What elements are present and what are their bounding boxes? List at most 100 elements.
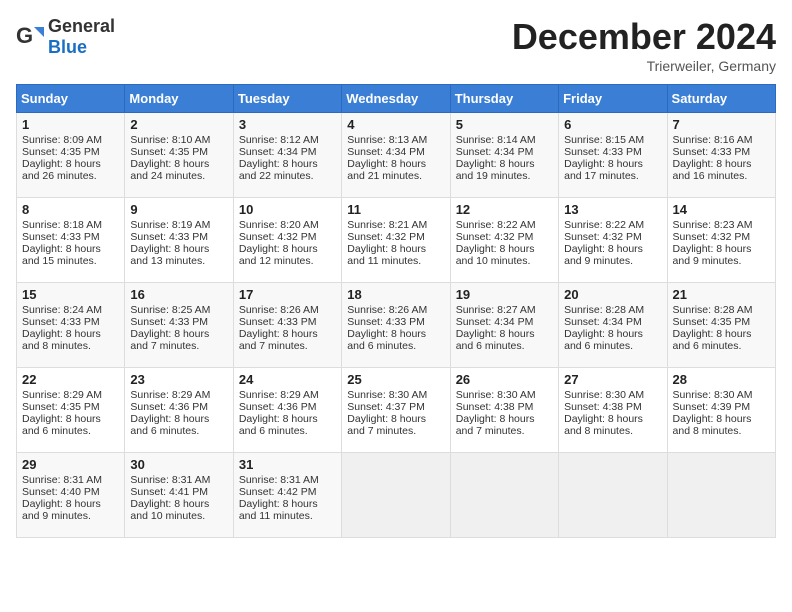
day-number: 2 [130,117,227,132]
day-number: 6 [564,117,661,132]
sunset-text: Sunset: 4:35 PM [130,146,227,158]
day-number: 29 [22,457,119,472]
calendar-cell: 30 Sunrise: 8:31 AMSunset: 4:41 PMDayligh… [125,453,233,538]
calendar-cell: 10Sunrise: 8:20 AMSunset: 4:32 PMDayligh… [233,198,341,283]
daylight-text: Daylight: 8 hours and 9 minutes. [22,498,119,522]
sunset-text: Sunset: 4:32 PM [564,231,661,243]
calendar-cell: 25Sunrise: 8:30 AMSunset: 4:37 PMDayligh… [342,368,450,453]
calendar-cell: 26Sunrise: 8:30 AMSunset: 4:38 PMDayligh… [450,368,558,453]
sunset-text: Sunset: 4:34 PM [456,146,553,158]
sunrise-text: Sunrise: 8:12 AM [239,134,336,146]
calendar-header-row: SundayMondayTuesdayWednesdayThursdayFrid… [17,85,776,113]
calendar-cell: 29Sunrise: 8:31 AMSunset: 4:40 PMDayligh… [17,453,125,538]
calendar-cell: 16Sunrise: 8:25 AMSunset: 4:33 PMDayligh… [125,283,233,368]
daylight-text: Daylight: 8 hours and 6 minutes. [456,328,553,352]
daylight-text: Daylight: 8 hours and 15 minutes. [22,243,119,267]
day-number: 4 [347,117,444,132]
sunset-text: Sunset: 4:39 PM [673,401,770,413]
sunrise-text: Sunrise: 8:16 AM [673,134,770,146]
sunrise-text: Sunrise: 8:31 AM [22,474,119,486]
day-number: 31 [239,457,336,472]
sunset-text: Sunset: 4:36 PM [130,401,227,413]
sunrise-text: Sunrise: 8:24 AM [22,304,119,316]
calendar-cell: 28Sunrise: 8:30 AMSunset: 4:39 PMDayligh… [667,368,775,453]
sunrise-text: Sunrise: 8:30 AM [456,389,553,401]
day-header-sunday: Sunday [17,85,125,113]
day-number: 30 [130,457,227,472]
daylight-text: Daylight: 8 hours and 10 minutes. [130,498,227,522]
calendar-cell: 14Sunrise: 8:23 AMSunset: 4:32 PMDayligh… [667,198,775,283]
logo-icon: G [16,23,44,51]
calendar-cell: 6Sunrise: 8:15 AMSunset: 4:33 PMDaylight… [559,113,667,198]
svg-text:G: G [16,23,33,48]
sunrise-text: Sunrise: 8:29 AM [22,389,119,401]
daylight-text: Daylight: 8 hours and 7 minutes. [239,328,336,352]
sunrise-text: Sunrise: 8:30 AM [564,389,661,401]
sunrise-text: Sunrise: 8:10 AM [130,134,227,146]
sunset-text: Sunset: 4:34 PM [456,316,553,328]
day-number: 24 [239,372,336,387]
sunset-text: Sunset: 4:32 PM [456,231,553,243]
sunrise-text: Sunrise: 8:28 AM [564,304,661,316]
calendar-cell: 2Sunrise: 8:10 AMSunset: 4:35 PMDaylight… [125,113,233,198]
day-number: 25 [347,372,444,387]
title-area: December 2024 Trierweiler, Germany [512,16,776,74]
sunrise-text: Sunrise: 8:22 AM [456,219,553,231]
daylight-text: Daylight: 8 hours and 8 minutes. [22,328,119,352]
calendar-cell [450,453,558,538]
logo-blue: Blue [48,37,87,57]
day-number: 12 [456,202,553,217]
sunrise-text: Sunrise: 8:28 AM [673,304,770,316]
day-number: 23 [130,372,227,387]
calendar-cell: 3Sunrise: 8:12 AMSunset: 4:34 PMDaylight… [233,113,341,198]
sunset-text: Sunset: 4:36 PM [239,401,336,413]
day-header-thursday: Thursday [450,85,558,113]
day-number: 7 [673,117,770,132]
sunset-text: Sunset: 4:37 PM [347,401,444,413]
daylight-text: Daylight: 8 hours and 7 minutes. [347,413,444,437]
calendar-cell: 19 Sunrise: 8:27 AMSunset: 4:34 PMDayligh… [450,283,558,368]
sunrise-text: Sunrise: 8:19 AM [130,219,227,231]
sunrise-text: Sunrise: 8:15 AM [564,134,661,146]
sunrise-text: Sunrise: 8:29 AM [130,389,227,401]
sunset-text: Sunset: 4:41 PM [130,486,227,498]
day-number: 22 [22,372,119,387]
calendar-cell: 24Sunrise: 8:29 AMSunset: 4:36 PMDayligh… [233,368,341,453]
logo: G General Blue [16,16,115,58]
day-number: 9 [130,202,227,217]
sunrise-text: Sunrise: 8:27 AM [456,304,553,316]
daylight-text: Daylight: 8 hours and 12 minutes. [239,243,336,267]
calendar-cell: 22Sunrise: 8:29 AMSunset: 4:35 PMDayligh… [17,368,125,453]
calendar-cell: 18Sunrise: 8:26 AMSunset: 4:33 PMDayligh… [342,283,450,368]
day-number: 3 [239,117,336,132]
sunset-text: Sunset: 4:33 PM [22,231,119,243]
day-number: 26 [456,372,553,387]
calendar-week-1: 1Sunrise: 8:09 AMSunset: 4:35 PMDaylight… [17,113,776,198]
sunset-text: Sunset: 4:33 PM [564,146,661,158]
sunset-text: Sunset: 4:35 PM [22,146,119,158]
calendar-cell: 20Sunrise: 8:28 AMSunset: 4:34 PMDayligh… [559,283,667,368]
sunset-text: Sunset: 4:35 PM [673,316,770,328]
calendar-cell: 5Sunrise: 8:14 AMSunset: 4:34 PMDaylight… [450,113,558,198]
day-number: 5 [456,117,553,132]
day-header-tuesday: Tuesday [233,85,341,113]
day-number: 21 [673,287,770,302]
sunrise-text: Sunrise: 8:25 AM [130,304,227,316]
calendar-cell [559,453,667,538]
daylight-text: Daylight: 8 hours and 11 minutes. [239,498,336,522]
daylight-text: Daylight: 8 hours and 21 minutes. [347,158,444,182]
sunrise-text: Sunrise: 8:23 AM [673,219,770,231]
sunrise-text: Sunrise: 8:31 AM [130,474,227,486]
daylight-text: Daylight: 8 hours and 8 minutes. [564,413,661,437]
sunset-text: Sunset: 4:42 PM [239,486,336,498]
daylight-text: Daylight: 8 hours and 8 minutes. [673,413,770,437]
sunset-text: Sunset: 4:32 PM [347,231,444,243]
sunset-text: Sunset: 4:32 PM [239,231,336,243]
calendar-cell: 21Sunrise: 8:28 AMSunset: 4:35 PMDayligh… [667,283,775,368]
daylight-text: Daylight: 8 hours and 6 minutes. [22,413,119,437]
day-number: 19 [456,287,553,302]
sunset-text: Sunset: 4:38 PM [456,401,553,413]
calendar-cell: 7Sunrise: 8:16 AMSunset: 4:33 PMDaylight… [667,113,775,198]
day-number: 8 [22,202,119,217]
sunrise-text: Sunrise: 8:26 AM [239,304,336,316]
